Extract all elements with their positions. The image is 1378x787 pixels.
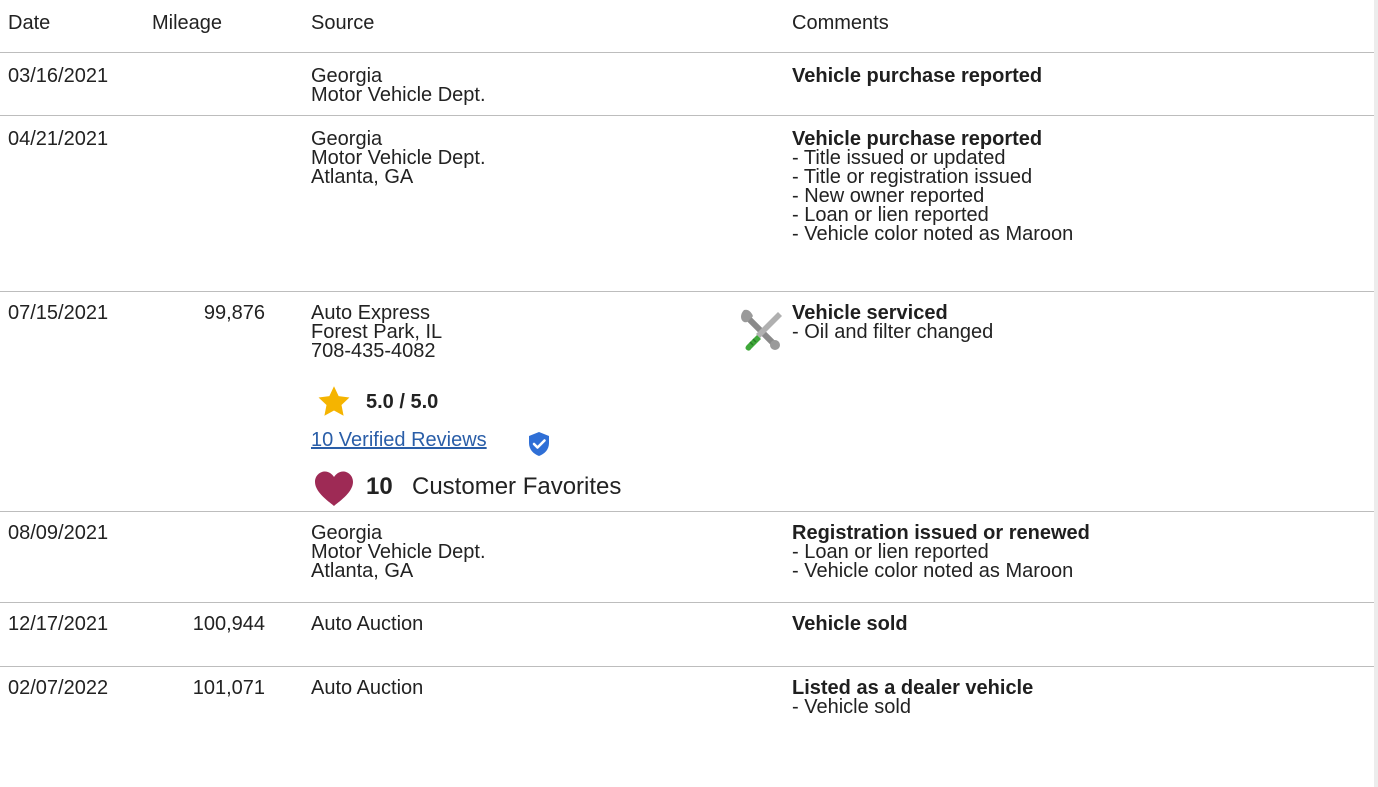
- comment-line: - Vehicle color noted as Maroon: [792, 560, 1074, 582]
- table-row: 12/17/2021 100,944 Auto Auction Vehicle …: [0, 603, 1374, 667]
- row-date: 04/21/2021: [8, 128, 109, 150]
- row-date: 02/07/2022: [8, 677, 109, 699]
- favorites-label: Customer Favorites: [412, 473, 622, 500]
- table-row: 08/09/2021 Georgia Motor Vehicle Dept. A…: [0, 512, 1374, 603]
- row-mileage: 101,071: [192, 677, 265, 699]
- header-source: Source: [311, 12, 375, 34]
- comment-line: - Oil and filter changed: [792, 321, 994, 343]
- comment-title: Vehicle sold: [792, 613, 908, 635]
- row-mileage: 100,944: [192, 613, 265, 635]
- row-date: 12/17/2021: [8, 613, 109, 635]
- source-line: Atlanta, GA: [311, 560, 414, 582]
- scrollbar-track[interactable]: [1374, 0, 1378, 787]
- verified-shield-icon: [529, 432, 549, 456]
- table-row: 04/21/2021 Georgia Motor Vehicle Dept. A…: [0, 116, 1374, 292]
- source-line: Auto Auction: [311, 677, 424, 699]
- heart-icon: [315, 471, 353, 506]
- table-header: Date Mileage Source Comments: [0, 0, 1374, 53]
- table-row: 03/16/2021 Georgia Motor Vehicle Dept. V…: [0, 53, 1374, 116]
- row-comments: Vehicle serviced - Oil and filter change…: [792, 303, 994, 343]
- row-source: Georgia Motor Vehicle Dept. Atlanta, GA: [311, 129, 486, 188]
- row-mileage: 99,876: [203, 302, 265, 324]
- table-row: 02/07/2022 101,071 Auto Auction Listed a…: [0, 667, 1374, 787]
- vehicle-history-table: Date Mileage Source Comments 03/16/2021 …: [0, 0, 1374, 787]
- row-source: Auto Express Forest Park, IL 708-435-408…: [311, 303, 731, 514]
- rating-value: 5.0 / 5.0: [366, 391, 439, 413]
- row-date: 08/09/2021: [8, 522, 109, 544]
- row-date: 07/15/2021: [8, 302, 109, 324]
- row-source: Georgia Motor Vehicle Dept. Atlanta, GA: [311, 523, 486, 582]
- reviews-row: 10 Verified Reviews: [311, 429, 611, 457]
- shop-rating: 5.0 / 5.0: [311, 384, 611, 420]
- source-line: Atlanta, GA: [311, 166, 414, 188]
- row-comments: Registration issued or renewed - Loan or…: [792, 523, 1090, 582]
- row-comments: Vehicle purchase reported: [792, 65, 1043, 87]
- source-line: Auto Auction: [311, 613, 424, 635]
- row-source: Auto Auction: [311, 677, 424, 699]
- comment-title: Vehicle purchase reported: [792, 65, 1043, 87]
- row-source: Georgia Motor Vehicle Dept.: [311, 66, 486, 106]
- star-icon: [318, 386, 350, 416]
- source-line: 708-435-4082: [311, 340, 436, 362]
- row-date: 03/16/2021: [8, 65, 109, 87]
- customer-favorites: 10 Customer Favorites: [311, 470, 711, 508]
- wrench-screwdriver-icon: [741, 309, 782, 351]
- verified-reviews-link[interactable]: 10 Verified Reviews: [311, 429, 487, 451]
- source-line: Motor Vehicle Dept.: [311, 84, 486, 106]
- favorites-count: 10: [366, 473, 393, 500]
- row-comments: Vehicle purchase reported - Title issued…: [792, 129, 1074, 245]
- header-date: Date: [8, 12, 51, 34]
- header-mileage: Mileage: [152, 12, 223, 34]
- row-comments: Vehicle sold: [792, 613, 908, 635]
- comment-line: - Vehicle color noted as Maroon: [792, 223, 1074, 245]
- table-row: 07/15/2021 99,876 Auto Express Forest Pa…: [0, 292, 1374, 512]
- row-source: Auto Auction: [311, 613, 424, 635]
- header-comments: Comments: [792, 12, 889, 34]
- comment-line: - Vehicle sold: [792, 696, 911, 718]
- row-comments: Listed as a dealer vehicle - Vehicle sol…: [792, 678, 1033, 718]
